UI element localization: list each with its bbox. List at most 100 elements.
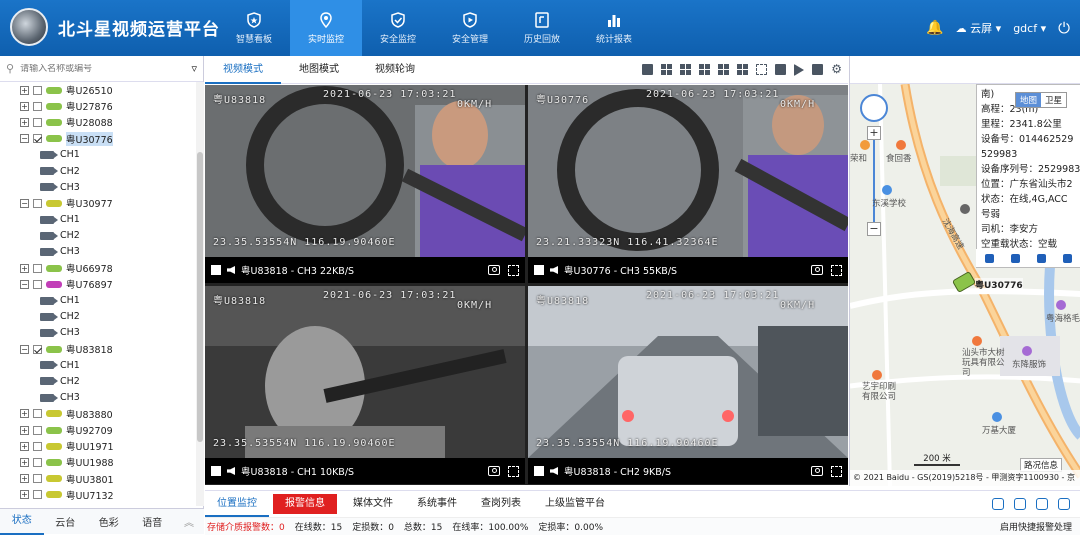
snapshot-camera-icon[interactable] <box>811 264 823 275</box>
fullscreen-icon[interactable] <box>508 465 519 477</box>
expand-toggle-icon[interactable]: + <box>20 409 29 419</box>
poi-marker-icon[interactable] <box>1056 300 1066 310</box>
power-icon[interactable]: ⏻ <box>1058 19 1070 37</box>
poi-marker-icon[interactable] <box>972 336 982 346</box>
bottom-tab[interactable]: 媒体文件 <box>341 491 405 517</box>
fullscreen-icon[interactable] <box>508 264 519 276</box>
expand-toggle-icon[interactable]: − <box>20 198 29 208</box>
video-cell[interactable]: 粤U83818 2021-06-23 17:03:21 0KM/H 23.35.535… <box>205 286 525 484</box>
map-pan-control[interactable] <box>860 94 888 122</box>
expand-toggle-icon[interactable]: + <box>20 101 29 111</box>
tree-channel-row[interactable]: CH3 <box>0 179 196 195</box>
map-panel[interactable]: + − 荣和食回香东溪学校沈海高速粤海格毛衫汕头市大树玩具有限公司东降服饰艺宇印… <box>849 56 1080 486</box>
expand-toggle-icon[interactable]: + <box>20 457 29 467</box>
view-tab[interactable]: 视频轮询 <box>357 56 433 84</box>
vehicle-checkbox[interactable] <box>33 344 42 354</box>
fullscreen-icon[interactable] <box>831 264 842 276</box>
tree-channel-row[interactable]: CH2 <box>0 309 196 325</box>
tree-vehicle-row[interactable]: + 粤U26510 <box>0 82 196 98</box>
tree-channel-row[interactable]: CH2 <box>0 228 196 244</box>
settings-icon[interactable] <box>1014 498 1026 510</box>
expand-toggle-icon[interactable]: + <box>20 425 29 435</box>
tree-vehicle-row[interactable]: + 粤UU1971 <box>0 438 196 454</box>
tree-channel-row[interactable]: CH1 <box>0 292 196 308</box>
vehicle-checkbox[interactable] <box>33 134 42 144</box>
tree-vehicle-row[interactable]: + 粤U27876 <box>0 98 196 114</box>
tree-vehicle-row[interactable]: + 粤U28088 <box>0 114 196 130</box>
vehicle-checkbox[interactable] <box>33 425 42 435</box>
speaker-icon[interactable] <box>550 266 558 274</box>
user-menu[interactable]: gdcf ▾ <box>1013 22 1046 35</box>
nav-location-pin[interactable]: 实时监控 <box>290 0 362 56</box>
left-tab[interactable]: 状态 <box>0 509 44 535</box>
vehicle-checkbox[interactable] <box>33 457 42 467</box>
bottom-tab[interactable]: 查岗列表 <box>469 491 533 517</box>
close-all-icon[interactable] <box>812 63 824 75</box>
tree-vehicle-row[interactable]: + 粤U66978 <box>0 260 196 276</box>
phone-icon[interactable] <box>1010 253 1020 263</box>
poi-marker-icon[interactable] <box>860 140 870 150</box>
vehicle-checkbox[interactable] <box>33 279 42 289</box>
add-icon[interactable] <box>992 498 1004 510</box>
zoom-in-button[interactable]: + <box>867 126 881 140</box>
snapshot-camera-icon[interactable] <box>811 465 823 476</box>
expand-toggle-icon[interactable]: + <box>20 85 29 95</box>
scroll-thumb[interactable] <box>197 152 203 442</box>
left-tab[interactable]: 语音 <box>131 514 175 529</box>
video-icon[interactable] <box>984 253 994 263</box>
layout-1-icon[interactable] <box>642 63 654 75</box>
vehicle-checkbox[interactable] <box>33 441 42 451</box>
stop-icon[interactable] <box>211 265 221 275</box>
poi-marker-icon[interactable] <box>960 204 970 214</box>
left-tab[interactable]: 云台 <box>44 514 88 529</box>
stop-all-icon[interactable] <box>775 63 787 75</box>
vehicle-checkbox[interactable] <box>33 409 42 419</box>
video-cell[interactable]: 粤U83818 2021-06-23 17:03:21 0KM/H 23.35.535… <box>205 85 525 283</box>
layout-9-icon[interactable] <box>718 63 730 75</box>
left-tab[interactable]: 色彩 <box>87 514 131 529</box>
tree-vehicle-row[interactable]: + 粤UU1988 <box>0 454 196 470</box>
collapse-up-icon[interactable]: ︽ <box>174 514 204 529</box>
expand-toggle-icon[interactable]: + <box>20 441 29 451</box>
cloud-screen-menu[interactable]: ☁ 云屏 ▾ <box>956 20 1002 36</box>
expand-toggle-icon[interactable]: + <box>20 263 29 273</box>
layout-6-icon[interactable] <box>680 63 692 75</box>
map-type-option[interactable]: 卫星 <box>1041 93 1066 107</box>
tree-channel-row[interactable]: CH2 <box>0 373 196 389</box>
video-cell[interactable]: 粤U30776 2021-06-23 17:03:21 0KM/H 23.21.333… <box>528 85 848 283</box>
camera-icon[interactable] <box>1063 253 1073 263</box>
fullscreen-icon[interactable] <box>831 465 842 477</box>
speaker-icon[interactable] <box>550 467 558 475</box>
video-cell[interactable]: 粤U83818 2021-06-23 17:03:21 0KM/H 23.35.535… <box>528 286 848 484</box>
filter-icon[interactable]: ▿ <box>191 62 197 75</box>
poi-marker-icon[interactable] <box>1022 346 1032 356</box>
nav-shield-star[interactable]: 智慧看板 <box>218 0 290 56</box>
tree-channel-row[interactable]: CH3 <box>0 325 196 341</box>
bottom-tab[interactable]: 报警信息 <box>273 494 337 514</box>
nav-shield-check[interactable]: 安全监控 <box>362 0 434 56</box>
vehicle-checkbox[interactable] <box>33 490 42 500</box>
stop-icon[interactable] <box>211 466 221 476</box>
bell-icon[interactable]: 🔔 <box>926 20 943 36</box>
tree-vehicle-row[interactable]: − 粤U30977 <box>0 195 196 211</box>
speaker-icon[interactable] <box>227 266 235 274</box>
tree-channel-row[interactable]: CH1 <box>0 212 196 228</box>
expand-toggle-icon[interactable]: + <box>20 490 29 500</box>
snapshot-camera-icon[interactable] <box>488 465 500 476</box>
vehicle-checkbox[interactable] <box>33 101 42 111</box>
tree-channel-row[interactable]: CH3 <box>0 244 196 260</box>
bottom-tab[interactable]: 上级监管平台 <box>533 491 617 517</box>
snapshot-camera-icon[interactable] <box>488 264 500 275</box>
tree-vehicle-row[interactable]: + 粤U83880 <box>0 406 196 422</box>
layout-8-icon[interactable] <box>699 63 711 75</box>
help-icon[interactable] <box>1037 253 1047 263</box>
tree-vehicle-row[interactable]: − 粤U76897 <box>0 276 196 292</box>
play-all-icon[interactable] <box>794 63 805 76</box>
map-type-option[interactable]: 地图 <box>1016 93 1042 107</box>
nav-history[interactable]: 历史回放 <box>506 0 578 56</box>
poi-marker-icon[interactable] <box>872 370 882 380</box>
bottom-tab[interactable]: 位置监控 <box>205 491 269 517</box>
tree-scrollbar[interactable] <box>196 82 204 506</box>
speaker-icon[interactable] <box>227 467 235 475</box>
vehicle-checkbox[interactable] <box>33 117 42 127</box>
